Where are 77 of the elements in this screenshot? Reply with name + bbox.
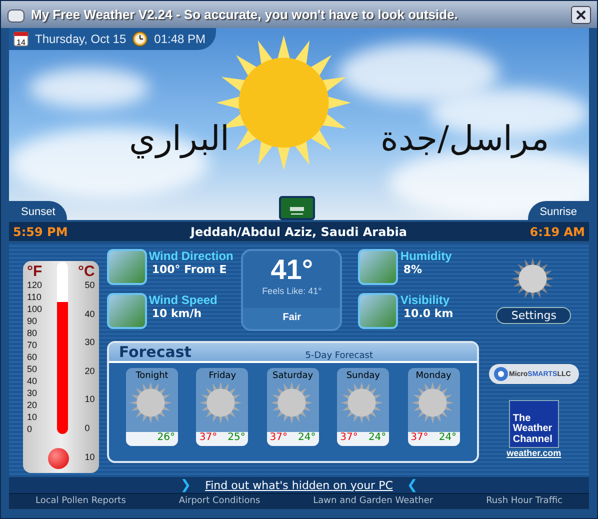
sunset-label: Sunset <box>9 201 68 220</box>
low-temp: 24° <box>368 432 386 445</box>
flag-icon <box>279 196 316 220</box>
scale-label: 50 <box>27 364 38 374</box>
promo-link[interactable]: Find out what's hidden on your PC <box>205 478 393 492</box>
time-label: 01:48 PM <box>154 32 206 46</box>
high-temp: 37° <box>340 432 358 445</box>
scale-label: 120 <box>27 280 42 290</box>
scale-label: 90 <box>27 316 38 326</box>
scale-label: 80 <box>27 328 38 338</box>
window-icon <box>7 6 25 22</box>
window-title: My Free Weather V2.24 - So accurate, you won't have to look outside. <box>31 7 458 22</box>
low-temp: 26° <box>157 432 175 445</box>
condition-label: Humidity <box>400 249 452 263</box>
scale-label: 30 <box>84 337 95 348</box>
sunset-time: 5:59 PM <box>13 224 68 238</box>
scale-label: 50 <box>84 280 95 290</box>
day-name: Monday <box>416 371 452 381</box>
swirl-icon <box>492 366 509 382</box>
feels-like-text: Feels Like: 41° <box>262 286 322 296</box>
condition-value: 100° From E <box>150 263 228 276</box>
high-temp: 37° <box>270 432 288 445</box>
footer-link[interactable]: Rush Hour Traffic <box>486 496 562 507</box>
scale-label: 40 <box>27 376 38 386</box>
overlay-text: مراسل/جدة <box>380 118 549 158</box>
scale-label: 0 <box>84 422 91 433</box>
celsius-label: °C <box>78 263 95 280</box>
calendar-icon: 14 <box>13 31 29 47</box>
settings-button[interactable]: Settings <box>496 307 572 324</box>
day-name: Tonight <box>136 371 168 381</box>
footer-link[interactable]: Lawn and Garden Weather <box>313 496 434 507</box>
scale-label: 40 <box>84 308 95 319</box>
scale-label: 10 <box>84 394 95 404</box>
weather-channel-logo: The Weather Channel <box>508 400 559 448</box>
close-icon <box>576 10 586 20</box>
chevron-right-icon: ❯ <box>180 478 192 492</box>
scale-label: 60 <box>27 352 38 362</box>
low-temp: 24° <box>438 432 457 445</box>
condition-label: Visibility <box>400 293 451 307</box>
condition-summary: Fair <box>243 308 340 329</box>
scale-label: 70 <box>27 340 38 350</box>
forecast-title: Forecast <box>118 343 192 361</box>
chevron-left-icon: ❮ <box>406 478 418 492</box>
day-name: Sunday <box>346 371 380 381</box>
scale-label: 20 <box>84 366 95 376</box>
high-temp: 37° <box>199 432 218 445</box>
scale-label: 100 <box>27 304 42 314</box>
condition-value: 10.0 km <box>402 307 454 320</box>
weather-link[interactable]: weather.com <box>506 448 562 458</box>
scale-label: 20 <box>27 400 38 410</box>
condition-value: 8% <box>402 263 424 276</box>
condition-label: Wind Direction <box>148 249 234 263</box>
day-name: Saturday <box>272 371 314 381</box>
condition-value: 10 km/h <box>150 307 203 320</box>
scale-label: 110 <box>27 292 42 302</box>
location-name: Jeddah/Abdul Aziz, Saudi Arabia <box>190 224 407 238</box>
overlay-text: البراري <box>129 118 229 158</box>
footer-link[interactable]: Airport Conditions <box>178 496 260 507</box>
date-label: Thursday, Oct 15 <box>35 32 126 46</box>
scale-label: 30 <box>27 388 38 398</box>
scale-label: 10 <box>84 452 95 462</box>
clock-icon <box>132 31 148 47</box>
scale-label: 0 <box>27 424 34 434</box>
footer-link[interactable]: Local Pollen Reports <box>35 496 126 507</box>
low-temp: 25° <box>228 432 246 445</box>
thermometer-bulb <box>48 448 69 469</box>
sunrise-label: Sunrise <box>528 201 589 220</box>
temperature-value: 41° <box>270 255 314 286</box>
low-temp: 24° <box>298 432 316 445</box>
scale-label: 10 <box>27 412 38 422</box>
day-name: Friday <box>208 371 236 381</box>
fahrenheit-label: °F <box>27 263 42 280</box>
close-button[interactable] <box>571 6 591 24</box>
forecast-subtitle: 5-Day Forecast <box>304 351 374 361</box>
condition-label: Wind Speed <box>148 293 218 307</box>
high-temp: 37° <box>410 432 428 445</box>
sunrise-time: 6:19 AM <box>530 224 585 238</box>
